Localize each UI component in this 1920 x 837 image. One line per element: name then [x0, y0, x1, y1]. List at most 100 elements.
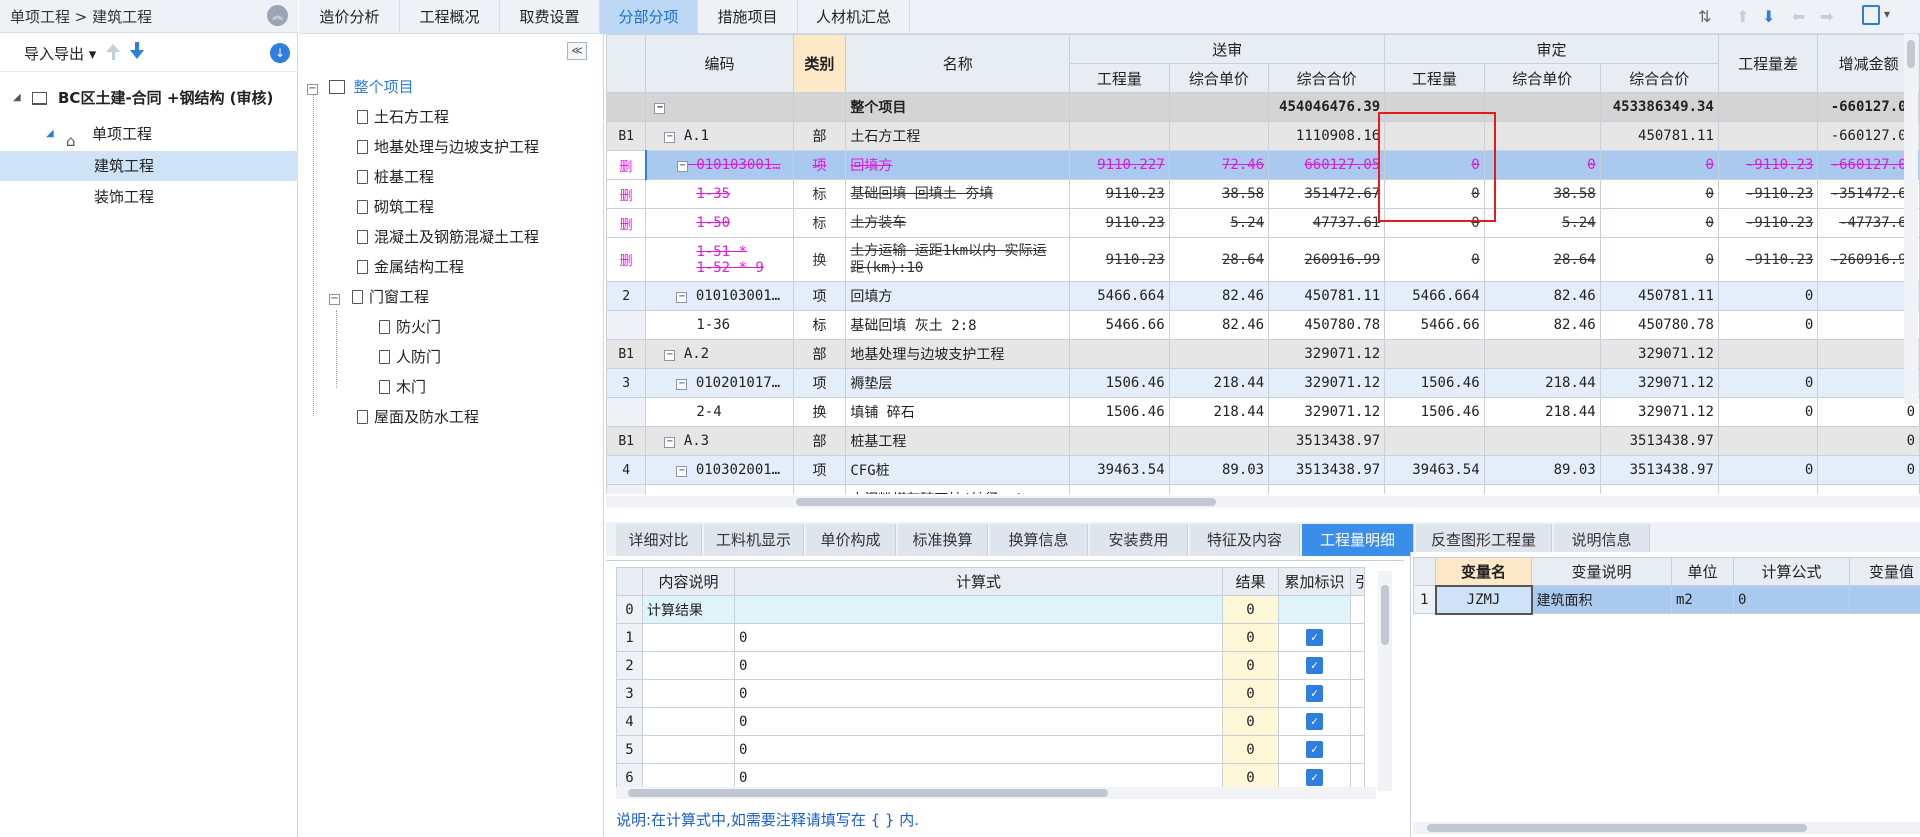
grid-vscroll[interactable]: [1904, 34, 1918, 404]
cell-at[interactable]: 450780.78: [1599, 310, 1719, 340]
cell-aq[interactable]: 5466.66: [1384, 310, 1485, 340]
row-number[interactable]: 删: [606, 237, 647, 282]
tree-item-concrete[interactable]: 混凝土及钢筋混凝土工程: [357, 222, 539, 252]
calc-vscroll[interactable]: [1378, 571, 1392, 791]
cell-ap[interactable]: [1483, 484, 1601, 494]
cell-dq[interactable]: [1717, 121, 1819, 151]
calc-desc[interactable]: [642, 735, 735, 764]
cell-ap[interactable]: 89.03: [1483, 455, 1601, 485]
tree-item-metal[interactable]: 金属结构工程: [357, 252, 464, 282]
calc-desc[interactable]: [642, 679, 735, 708]
tree-item-building[interactable]: 建筑工程: [0, 151, 298, 181]
cell-at[interactable]: 0: [1599, 237, 1719, 282]
tab-conversion-info[interactable]: 换算信息: [990, 524, 1088, 556]
cell-name[interactable]: 填铺 碎石: [845, 397, 1071, 427]
cell-name[interactable]: 整个项目: [845, 92, 1071, 122]
cell-sq[interactable]: [1069, 426, 1170, 456]
cell-sp[interactable]: [1168, 426, 1270, 456]
cell-sp[interactable]: [1168, 484, 1270, 494]
cell-ap[interactable]: 82.46: [1483, 281, 1601, 311]
tree-item-roof[interactable]: 屋面及防水工程: [357, 402, 479, 432]
cell-code[interactable]: 1-35: [645, 179, 794, 209]
cell-st[interactable]: 329071.12: [1268, 339, 1386, 369]
col-diff-qty[interactable]: 工程量差: [1717, 34, 1819, 93]
row-number[interactable]: 4: [606, 455, 647, 485]
cell-code[interactable]: 1-36: [645, 310, 794, 340]
cell-sp[interactable]: [1168, 92, 1270, 122]
cell-ap[interactable]: [1483, 426, 1601, 456]
cell-ap[interactable]: 82.46: [1483, 310, 1601, 340]
cell-sp[interactable]: 218.44: [1168, 368, 1270, 398]
cell-dq[interactable]: 0: [1717, 368, 1819, 398]
cell-st[interactable]: 329071.12: [1268, 397, 1386, 427]
cell-at[interactable]: 0: [1599, 179, 1719, 209]
cell-name[interactable]: 褥垫层: [845, 368, 1071, 398]
cell-sp[interactable]: 218.44: [1168, 397, 1270, 427]
col-approved-total[interactable]: 综合合价: [1599, 63, 1719, 93]
cell-dq[interactable]: [1717, 484, 1819, 494]
collapse-box-icon[interactable]: −: [664, 350, 676, 361]
cell-name[interactable]: 桩基工程: [845, 426, 1071, 456]
cell-sp[interactable]: 82.46: [1168, 310, 1270, 340]
col-code[interactable]: 编码: [645, 34, 794, 93]
cell-at[interactable]: 450781.11: [1599, 121, 1719, 151]
cell-name[interactable]: 基础回填 回填土 夯填: [845, 179, 1071, 209]
cell-code[interactable]: − 010302001…: [645, 455, 794, 485]
calc-formula-input[interactable]: 0: [734, 735, 1223, 764]
cell-type[interactable]: 部: [792, 339, 847, 369]
calc-row[interactable]: 5 0 0 ✓: [616, 735, 1365, 764]
cell-dq[interactable]: -9110.23: [1717, 208, 1819, 238]
cell-aq[interactable]: 5466.664: [1384, 281, 1485, 311]
cell-sp[interactable]: 5.24: [1168, 208, 1270, 238]
calc-desc[interactable]: [642, 623, 735, 652]
tab-material-display[interactable]: 工料机显示: [704, 524, 804, 556]
cell-dq[interactable]: -9110.23: [1717, 179, 1819, 209]
cell-st[interactable]: 329071.12: [1268, 368, 1386, 398]
cell-st[interactable]: 450780.78: [1268, 310, 1386, 340]
cell-sp[interactable]: 89.03: [1168, 455, 1270, 485]
cell-sq[interactable]: 9110.23: [1069, 208, 1170, 238]
cell-at[interactable]: 329071.12: [1599, 368, 1719, 398]
cell-st[interactable]: 47737.61: [1268, 208, 1386, 238]
var-unit[interactable]: m2: [1671, 585, 1734, 614]
calc-formula-input[interactable]: 0: [734, 707, 1223, 736]
calc-formula-input[interactable]: 0: [734, 623, 1223, 652]
cell-name[interactable]: 回填方: [845, 281, 1071, 311]
cell-da[interactable]: 0: [1817, 455, 1920, 485]
calc-acc[interactable]: ✓: [1278, 651, 1351, 680]
table-row[interactable]: − 整个项目 454046476.39 453386349.34 -660127.05: [606, 92, 1920, 122]
cell-st[interactable]: 454046476.39: [1268, 92, 1386, 122]
arrow-up-icon[interactable]: ⬆: [1736, 7, 1749, 26]
cell-type[interactable]: 部: [792, 426, 847, 456]
cell-code[interactable]: 2-4: [645, 397, 794, 427]
checkbox-checked-icon[interactable]: ✓: [1306, 629, 1323, 646]
var-desc[interactable]: 建筑面积: [1531, 585, 1672, 614]
cell-code[interactable]: − A.1: [645, 121, 794, 151]
cell-type[interactable]: 项: [792, 150, 847, 180]
tree-item-project[interactable]: ◢ BC区土建-合同 +钢结构 (审核): [0, 83, 298, 113]
tab-measures[interactable]: 措施项目: [698, 0, 798, 34]
tree-item-civil-door[interactable]: 人防门: [379, 342, 441, 372]
cell-type[interactable]: 标: [792, 208, 847, 238]
row-number[interactable]: B1: [606, 426, 647, 456]
collapse-up-icon[interactable]: ︽: [267, 5, 288, 26]
cell-ap[interactable]: 218.44: [1483, 368, 1601, 398]
collapse-panel-icon[interactable]: ≪: [567, 42, 587, 60]
collapse-box-icon[interactable]: −: [654, 103, 666, 114]
tree-item-wood-door[interactable]: 木门: [379, 372, 426, 402]
row-number[interactable]: B1: [606, 339, 647, 369]
download-icon[interactable]: ↓: [270, 43, 290, 63]
cell-type[interactable]: 项: [792, 368, 847, 398]
dropdown-icon[interactable]: ▾: [1884, 7, 1890, 21]
cell-code[interactable]: − 010103001…: [645, 281, 794, 311]
tab-price-composition[interactable]: 单价构成: [806, 524, 896, 556]
cell-dq[interactable]: 0: [1717, 455, 1819, 485]
cell-st[interactable]: 260916.99: [1268, 237, 1386, 282]
calc-row[interactable]: 0 计算结果 0: [616, 595, 1365, 624]
cell-sq[interactable]: 5466.66: [1069, 310, 1170, 340]
tree-item-decoration[interactable]: 装饰工程: [0, 182, 298, 212]
calc-acc[interactable]: [1278, 595, 1351, 624]
collapse-box-icon[interactable]: −: [307, 84, 318, 95]
var-name[interactable]: JZMJ: [1434, 584, 1533, 615]
cell-at[interactable]: 3513438.97: [1599, 426, 1719, 456]
